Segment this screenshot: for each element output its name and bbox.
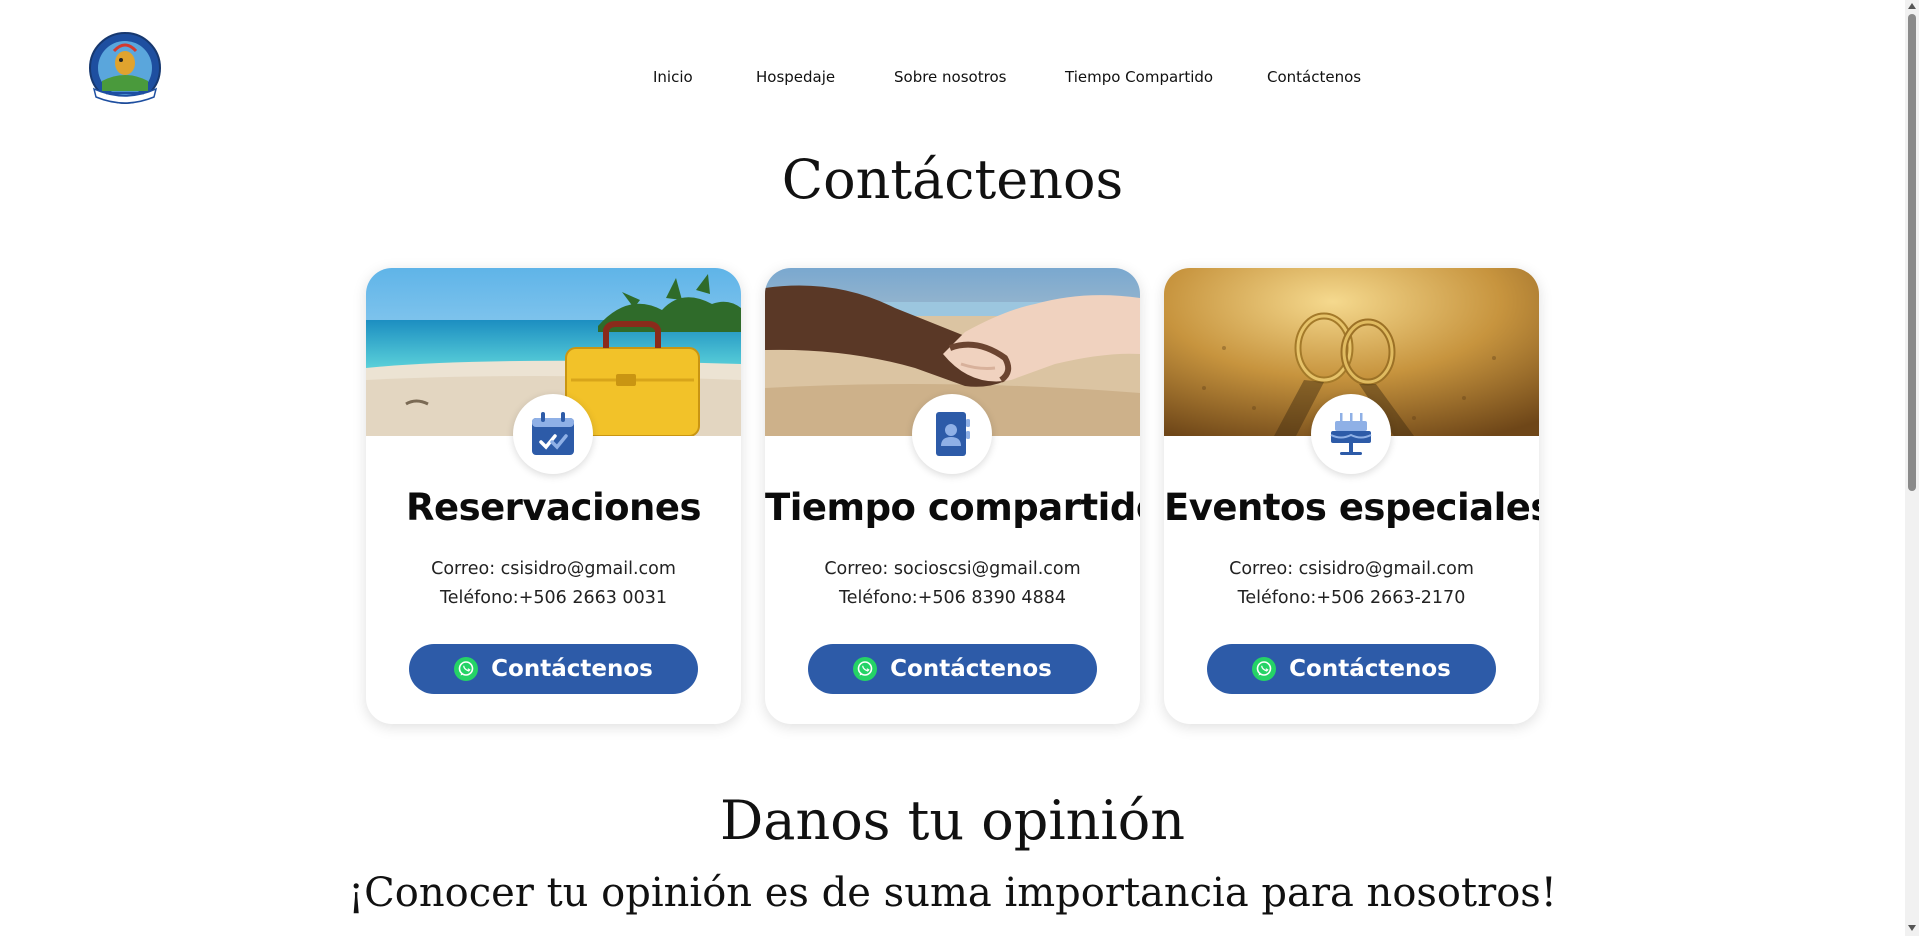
contact-button-eventos-especiales[interactable]: Contáctenos xyxy=(1207,644,1496,694)
card-email: Correo: csisidro@gmail.com xyxy=(1229,559,1474,579)
contact-book-icon xyxy=(936,412,970,456)
nav-hospedaje[interactable]: Hospedaje xyxy=(756,68,835,86)
whatsapp-icon xyxy=(853,657,878,681)
contact-button-reservaciones[interactable]: Contáctenos xyxy=(409,644,698,694)
main-nav: Inicio Hospedaje Sobre nosotros Tiempo C… xyxy=(0,68,1919,88)
card-phone: Teléfono:+506 8390 4884 xyxy=(839,588,1066,608)
opinion-section-subtitle: ¡Conocer tu opinión es de suma importanc… xyxy=(348,870,1557,916)
card-title: Tiempo compartido xyxy=(765,486,1140,529)
card-email: Correo: csisidro@gmail.com xyxy=(431,559,676,579)
card-phone: Teléfono:+506 2663-2170 xyxy=(1237,588,1466,608)
nav-sobre-nosotros[interactable]: Sobre nosotros xyxy=(894,68,1006,86)
page-scrollbar[interactable] xyxy=(1905,0,1919,936)
card-phone: Teléfono:+506 2663 0031 xyxy=(440,588,667,608)
nav-contactenos[interactable]: Contáctenos xyxy=(1267,68,1361,86)
contact-book-badge xyxy=(912,394,992,474)
whatsapp-icon xyxy=(1252,657,1277,681)
cake-icon xyxy=(1330,413,1372,455)
scroll-down-arrow-icon[interactable] xyxy=(1908,925,1916,931)
card-title: Reservaciones xyxy=(405,486,702,529)
contact-card-tiempo-compartido: Tiempo compartido Correo: socioscsi@gmai… xyxy=(765,268,1140,724)
contact-card-reservaciones: Reservaciones Correo: csisidro@gmail.com… xyxy=(366,268,741,724)
contact-card-eventos-especiales: Eventos especiales Correo: csisidro@gmai… xyxy=(1164,268,1539,724)
contact-section-title: Contáctenos xyxy=(781,148,1124,211)
scrollbar-thumb[interactable] xyxy=(1908,14,1916,491)
contact-button-label: Contáctenos xyxy=(890,656,1052,682)
nav-inicio[interactable]: Inicio xyxy=(653,68,693,86)
opinion-section-title: Danos tu opinión xyxy=(720,789,1185,852)
nav-tiempo-compartido[interactable]: Tiempo Compartido xyxy=(1065,68,1213,86)
whatsapp-icon xyxy=(454,657,479,681)
card-title: Eventos especiales xyxy=(1164,486,1539,529)
card-email: Correo: socioscsi@gmail.com xyxy=(824,559,1081,579)
calendar-check-icon xyxy=(532,412,574,455)
contact-button-label: Contáctenos xyxy=(491,656,653,682)
contact-button-tiempo-compartido[interactable]: Contáctenos xyxy=(808,644,1097,694)
calendar-badge xyxy=(513,394,593,474)
contact-button-label: Contáctenos xyxy=(1289,656,1451,682)
scroll-up-arrow-icon[interactable] xyxy=(1908,3,1916,9)
cake-badge xyxy=(1311,394,1391,474)
